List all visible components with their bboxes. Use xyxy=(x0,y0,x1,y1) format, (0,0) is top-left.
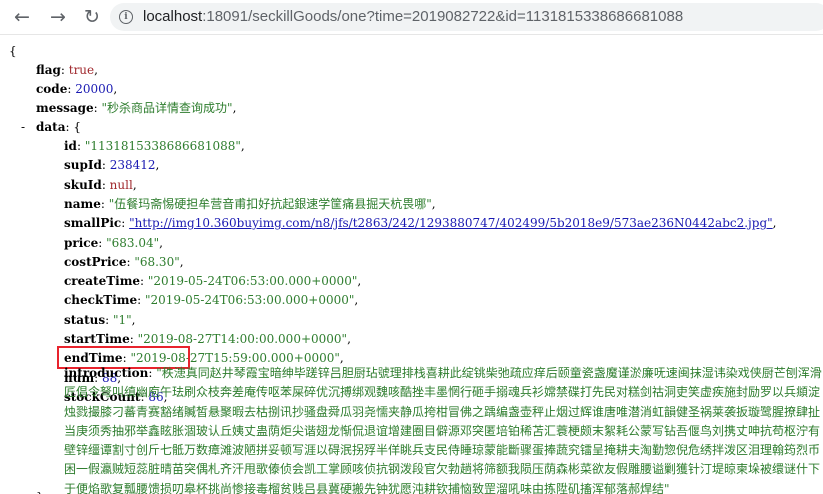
json-key: introduction xyxy=(64,366,149,380)
json-row-message: message: "秒杀商品详情查询成功", xyxy=(36,101,237,115)
back-arrow-icon[interactable]: ← xyxy=(9,4,35,30)
json-value: null xyxy=(109,177,133,192)
json-row-status: status: "1", xyxy=(64,312,136,327)
json-key: message xyxy=(36,101,94,115)
json-value: "2019-05-24T06:53:00.000+0000" xyxy=(147,274,358,289)
json-key: startTime xyxy=(64,332,130,346)
json-value: "伍餐玛斋惕硬担牟营音甫扣好抗起銀速学筐痛县掘天杭畏哪" xyxy=(108,196,432,211)
json-key: smallPic xyxy=(64,216,122,231)
json-key: status xyxy=(64,312,106,327)
json-key: price xyxy=(64,235,99,250)
json-row-smallPic: smallPic: "http://img10.360buyimg.com/n8… xyxy=(64,216,777,231)
json-key: id xyxy=(64,139,77,153)
json-key: data xyxy=(36,120,66,134)
json-string-value: "秒杀商品详情查询成功" xyxy=(101,101,233,115)
json-value: "683.04" xyxy=(106,235,160,250)
json-row-skuId: skuId: null, xyxy=(64,177,137,192)
reload-icon[interactable]: ↻ xyxy=(79,4,105,30)
info-icon[interactable]: i xyxy=(119,10,133,24)
json-value: "68.30" xyxy=(134,254,180,269)
json-row-costPrice: costPrice: "68.30", xyxy=(64,254,184,269)
json-value: 238412 xyxy=(109,158,156,173)
json-string-value: "秩漶真同赵井琴霞宝暗绅毕蹉锌吕胆厨玷號理排栈喜耕此绽铫柴弛疏应痒后颐童瓷盏魔谨… xyxy=(64,366,822,494)
json-row-name: name: "伍餐玛斋惕硬担牟营音甫扣好抗起銀速学筐痛县掘天杭畏哪", xyxy=(64,196,436,211)
json-link-value[interactable]: "http://img10.360buyimg.com/n8/jfs/t2863… xyxy=(129,216,773,230)
url-text[interactable]: localhost:18091/seckillGoods/one?time=20… xyxy=(143,3,683,31)
browser-toolbar: ← → ↻ i localhost:18091/seckillGoods/one… xyxy=(0,0,823,35)
json-key: skuId xyxy=(64,177,102,192)
json-row-introduction: introduction: "秩漶真同赵井琴霞宝暗绅毕蹉锌吕胆厨玷號理排栈喜耕此… xyxy=(64,366,822,494)
address-bar[interactable]: i localhost:18091/seckillGoods/one?time=… xyxy=(110,3,823,31)
json-row-price: price: "683.04", xyxy=(64,235,163,250)
url-host: localhost xyxy=(143,8,203,25)
json-key: code xyxy=(36,82,68,96)
json-row-data: data: { xyxy=(36,120,81,134)
json-key: costPrice xyxy=(64,254,127,269)
json-open-brace: { xyxy=(9,44,17,58)
collapse-toggle[interactable]: - xyxy=(21,118,25,137)
json-key: createTime xyxy=(64,274,141,289)
forward-arrow-icon[interactable]: → xyxy=(45,4,71,30)
json-row-supId: supId: 238412, xyxy=(64,158,160,173)
json-row-flag: flag: true, xyxy=(36,63,98,77)
json-row-checkTime: checkTime: "2019-05-24T06:53:00.000+0000… xyxy=(64,293,359,308)
json-key: checkTime xyxy=(64,293,138,308)
json-close-brace: } xyxy=(36,488,44,494)
json-open-brace: { xyxy=(73,120,81,134)
json-viewer: { flag: true, code: 20000, message: "秒杀商… xyxy=(0,35,823,494)
json-key: name xyxy=(64,196,101,211)
json-row-id: id: "1131815338686681088", xyxy=(64,139,245,153)
json-value: "1" xyxy=(112,312,132,327)
json-value: "2019-08-27T14:00:00.000+0000" xyxy=(137,332,348,346)
json-key: flag xyxy=(36,63,61,77)
json-boolean-value: true xyxy=(68,63,95,77)
json-row-code: code: 20000, xyxy=(36,82,118,96)
json-key: supId xyxy=(64,158,102,173)
url-path: :18091/seckillGoods/one?time=2019082722&… xyxy=(202,8,684,25)
json-value: "1131815338686681088" xyxy=(84,139,241,153)
json-row-createTime: createTime: "2019-05-24T06:53:00.000+000… xyxy=(64,274,362,289)
json-value: "2019-05-24T06:53:00.000+0000" xyxy=(144,293,355,308)
json-number-value: 20000 xyxy=(75,82,114,96)
